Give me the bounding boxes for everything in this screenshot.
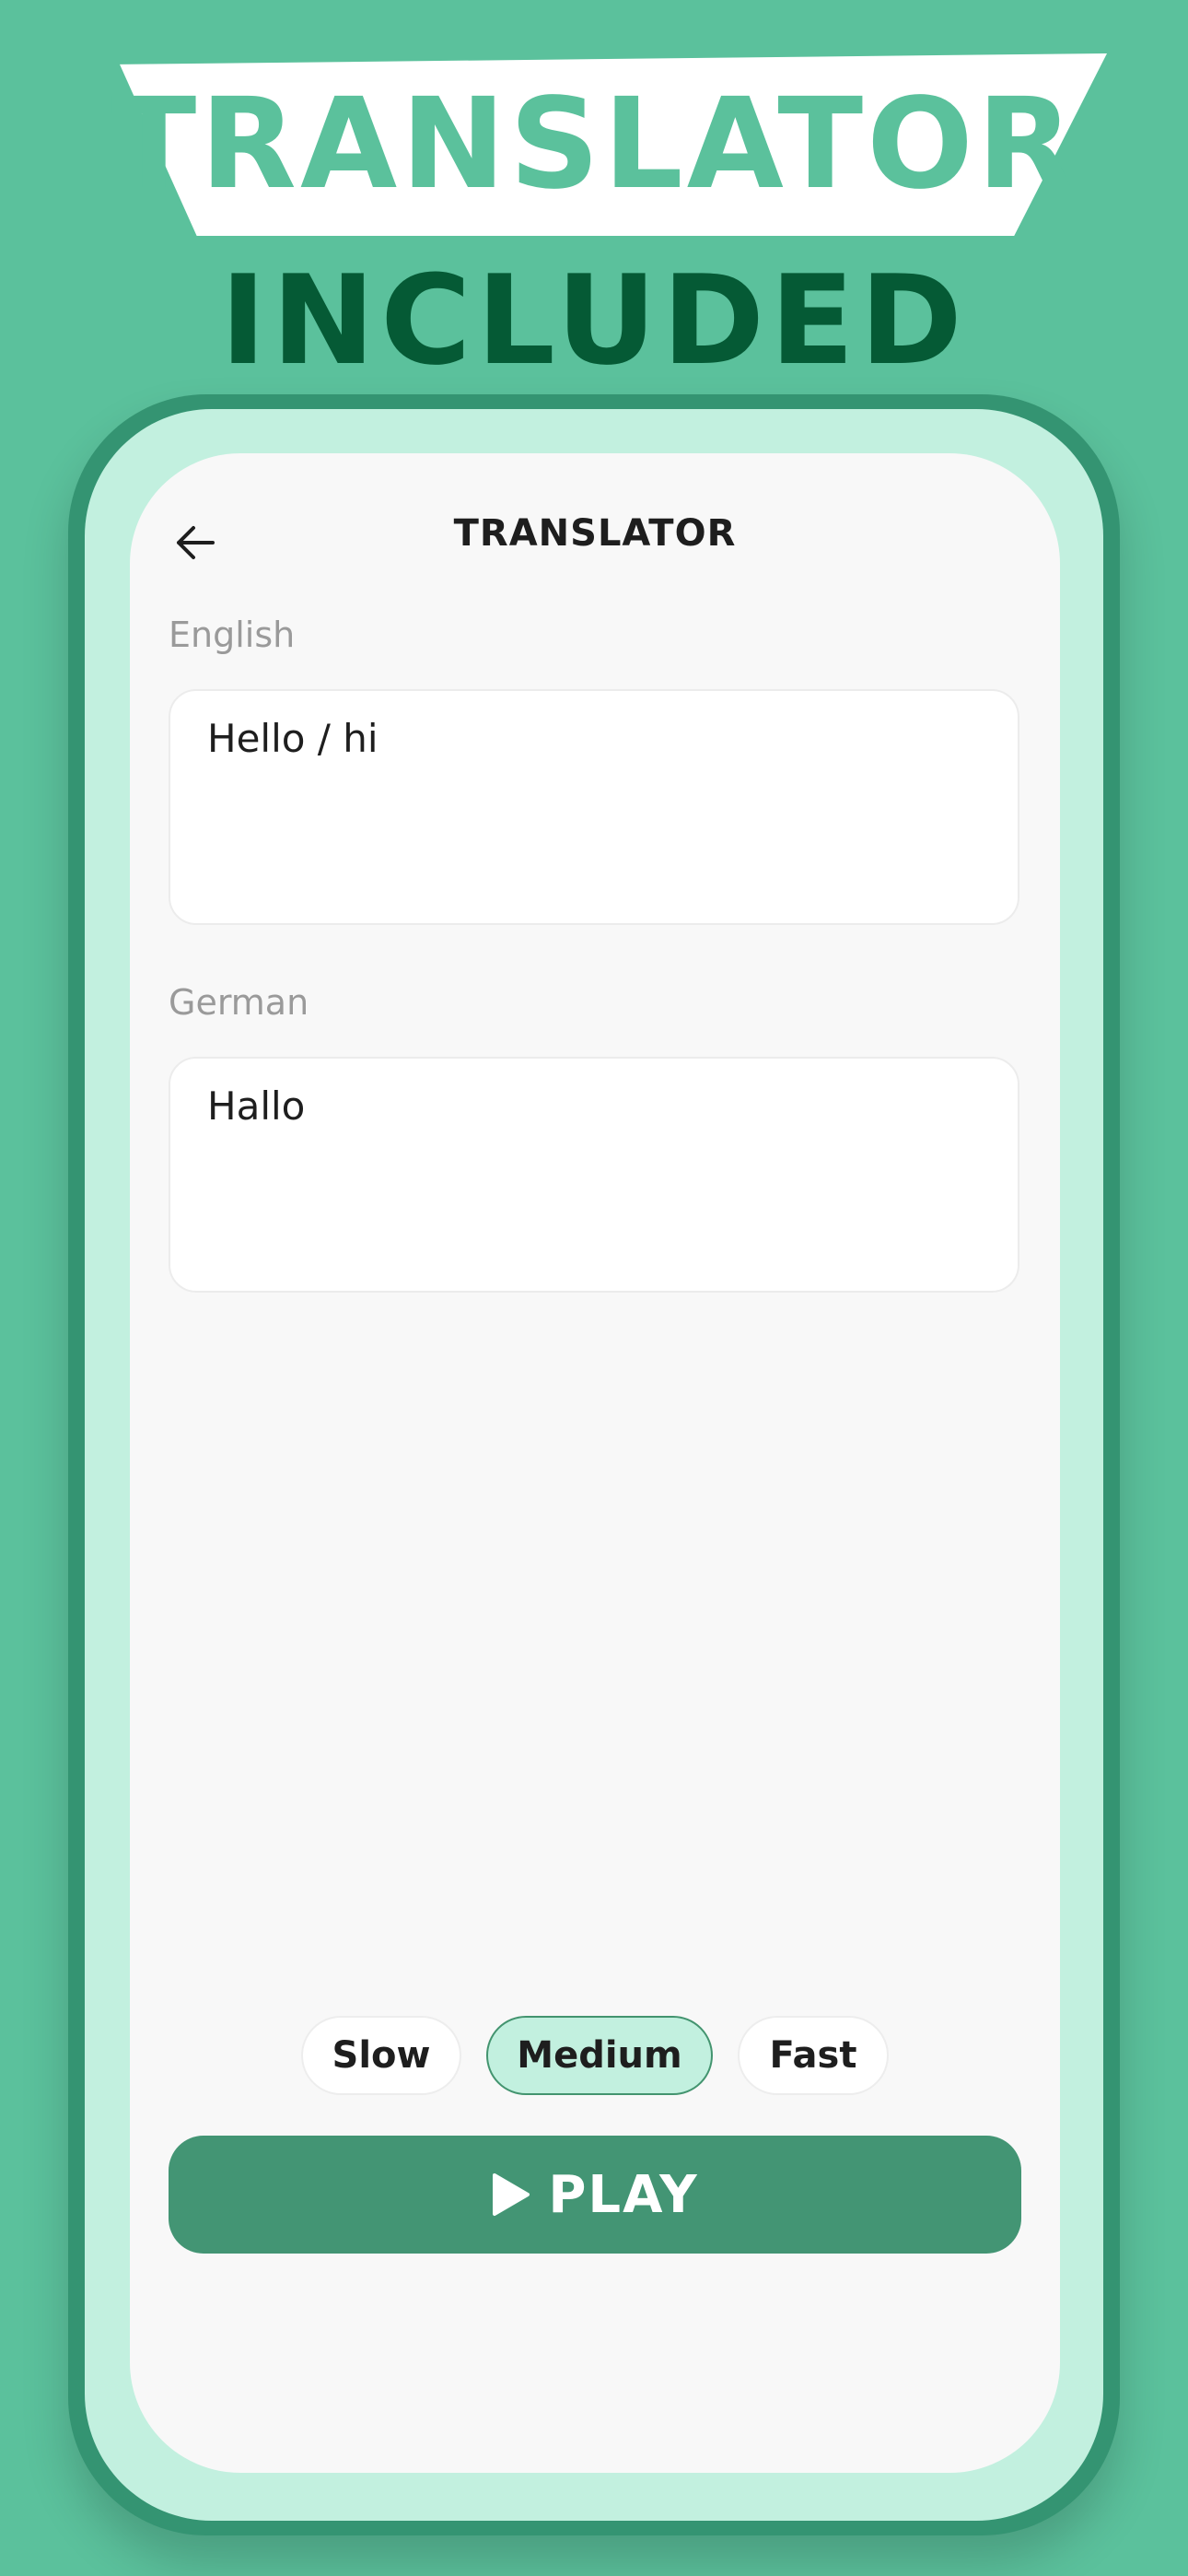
play-icon [493,2173,530,2216]
source-language-label: English [169,615,296,655]
translation-output: Hallo [169,1057,1019,1293]
target-language-label: German [169,982,309,1023]
play-label: PLAY [548,2164,699,2225]
speed-fast-button[interactable]: Fast [738,2016,889,2095]
play-button[interactable]: PLAY [169,2136,1021,2254]
app-screen: TRANSLATOR English Hello / hi German Hal… [130,453,1060,2473]
promo-subtitle: INCLUDED [220,249,968,392]
source-text-input[interactable]: Hello / hi [169,689,1019,925]
page-title: TRANSLATOR [453,512,737,555]
speed-medium-button[interactable]: Medium [486,2016,713,2095]
speed-slow-button[interactable]: Slow [301,2016,461,2095]
banner-title: TRANSLATOR [111,72,1077,217]
